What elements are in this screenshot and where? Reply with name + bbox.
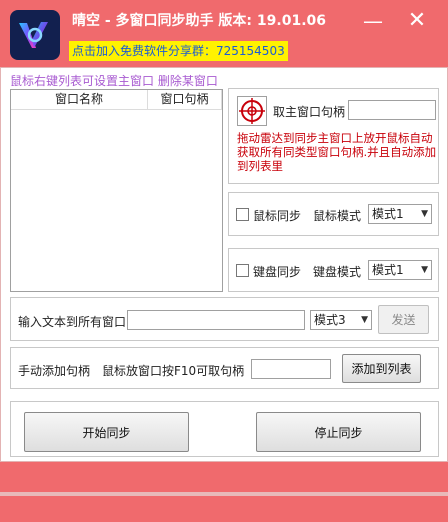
chevron-down-icon: ▼ <box>361 315 368 325</box>
client-area: 鼠标右键列表可设置主窗口 删除某窗口 窗口名称 窗口句柄 取主窗口句柄 拖动雷达… <box>0 67 448 462</box>
minimize-button[interactable]: — <box>360 8 386 34</box>
mouse-sync-checkbox[interactable] <box>236 208 249 221</box>
promo-banner-link[interactable]: 点击加入免费软件分享群：725154503 <box>69 41 288 61</box>
keyboard-sync-label: 键盘同步 <box>253 265 302 279</box>
add-to-list-button[interactable]: 添加到列表 <box>342 354 421 383</box>
text-broadcast-label: 输入文本到所有窗口 <box>18 315 127 329</box>
mouse-mode-select[interactable]: 模式1 ▼ <box>368 204 432 224</box>
keyboard-sync-checkbox[interactable] <box>236 264 249 277</box>
bottom-divider <box>0 492 448 496</box>
list-hint: 鼠标右键列表可设置主窗口 删除某窗口 <box>10 74 218 88</box>
send-button[interactable]: 发送 <box>378 305 429 334</box>
list-header: 窗口名称 窗口句柄 <box>11 90 222 110</box>
chevron-down-icon: ▼ <box>421 209 428 219</box>
text-broadcast-input[interactable] <box>127 310 305 330</box>
manual-add-panel: 手动添加句柄 鼠标放窗口按F10可取句柄 添加到列表 <box>10 347 439 389</box>
mouse-sync-panel: 鼠标同步 鼠标模式 模式1 ▼ <box>228 192 439 236</box>
window-list[interactable]: 窗口名称 窗口句柄 <box>10 89 223 292</box>
main-handle-label: 取主窗口句柄 <box>273 105 346 119</box>
text-broadcast-panel: 输入文本到所有窗口 模式3 ▼ 发送 <box>10 297 439 341</box>
mouse-mode-label: 鼠标模式 <box>313 209 362 223</box>
stop-sync-button[interactable]: 停止同步 <box>256 412 421 452</box>
text-mode-value: 模式3 <box>314 313 346 327</box>
column-window-name[interactable]: 窗口名称 <box>11 90 148 110</box>
keyboard-mode-select[interactable]: 模式1 ▼ <box>368 260 432 280</box>
column-window-handle[interactable]: 窗口句柄 <box>148 90 222 110</box>
radar-crosshair-icon[interactable] <box>237 96 267 126</box>
manual-add-label: 手动添加句柄 <box>18 364 91 378</box>
text-mode-select[interactable]: 模式3 ▼ <box>310 310 372 330</box>
keyboard-mode-value: 模式1 <box>372 263 404 277</box>
close-button[interactable]: ✕ <box>404 8 430 34</box>
window-title: 晴空 - 多窗口同步助手 版本: 19.01.06 <box>72 13 326 29</box>
mouse-sync-label: 鼠标同步 <box>253 209 302 223</box>
drag-instruction-note: 拖动雷达到同步主窗口上放开鼠标自动获取所有同类型窗口句柄.并且自动添加到列表里 <box>237 131 437 173</box>
manual-add-hint: 鼠标放窗口按F10可取句柄 <box>102 364 245 378</box>
keyboard-mode-label: 键盘模式 <box>313 265 362 279</box>
manual-handle-input[interactable] <box>251 359 331 379</box>
title-bar: 晴空 - 多窗口同步助手 版本: 19.01.06 点击加入免费软件分享群：72… <box>0 0 448 67</box>
sync-controls-panel: 开始同步 停止同步 <box>10 401 439 457</box>
mouse-mode-value: 模式1 <box>372 207 404 221</box>
keyboard-sync-panel: 键盘同步 键盘模式 模式1 ▼ <box>228 248 439 292</box>
chevron-down-icon: ▼ <box>421 265 428 275</box>
start-sync-button[interactable]: 开始同步 <box>24 412 189 452</box>
main-handle-field[interactable] <box>348 100 436 120</box>
main-window-panel: 取主窗口句柄 拖动雷达到同步主窗口上放开鼠标自动获取所有同类型窗口句柄.并且自动… <box>228 88 439 184</box>
app-logo-icon <box>10 10 60 60</box>
